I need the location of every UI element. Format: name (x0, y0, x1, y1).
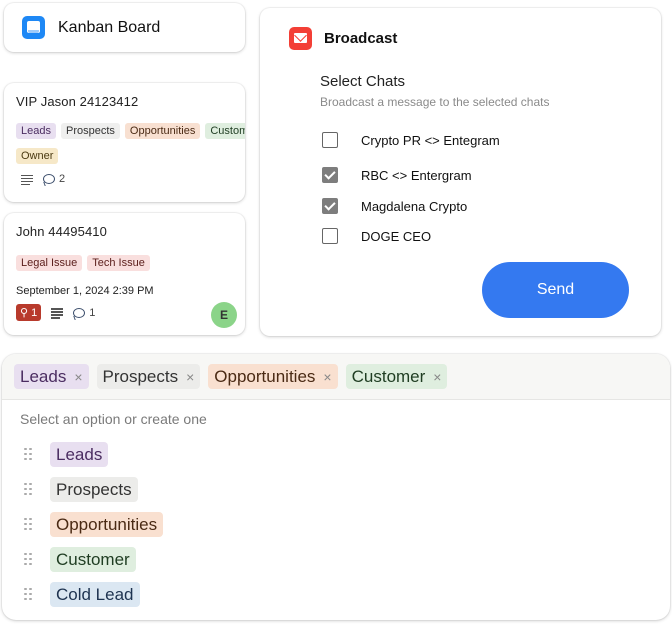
option-chip[interactable]: Opportunities (50, 512, 164, 537)
selected-chip[interactable]: Prospects × (96, 364, 201, 389)
option-item[interactable]: Prospects (2, 472, 670, 507)
chat-item[interactable]: Magdalena Crypto (322, 198, 467, 214)
chat-label: DOGE CEO (361, 228, 432, 244)
option-chip[interactable]: Customer (50, 547, 136, 572)
pin-count: 1 (31, 306, 38, 319)
selected-chip[interactable]: Leads × (14, 364, 89, 389)
task-title: John 44495410 (16, 224, 107, 239)
tag: Leads (16, 123, 56, 139)
tag: Prospects (60, 123, 120, 139)
option-chip[interactable]: Leads (50, 442, 109, 467)
chat-item[interactable]: RBC <> Entergram (322, 167, 472, 183)
task-title: VIP Jason 24123412 (16, 94, 139, 109)
chip-label: Opportunities (214, 366, 316, 386)
comment-count[interactable]: 2 (43, 173, 65, 185)
comment-count-value: 2 (59, 173, 66, 185)
chip-label: Prospects (102, 366, 179, 386)
comment-count[interactable]: 1 (73, 307, 95, 319)
remove-icon[interactable]: × (433, 369, 441, 385)
selected-chip[interactable]: Customer × (345, 364, 448, 389)
task-tags: Legal Issue Tech Issue (16, 255, 245, 271)
drag-handle-icon[interactable] (24, 552, 32, 567)
chip-label: Leads (20, 366, 67, 386)
tag: Customer (205, 123, 245, 139)
comment-icon (73, 307, 86, 318)
tag: Owner (16, 148, 59, 164)
select-chats-label: Select Chats (320, 73, 406, 90)
task-tags: Leads Prospects Opportunities Customer (16, 123, 245, 139)
select-chats-description: Broadcast a message to the selected chat… (320, 95, 550, 109)
comment-count-value: 1 (89, 306, 96, 319)
board-icon (22, 16, 45, 39)
chat-item[interactable]: Crypto PR <> Entegram (322, 132, 500, 148)
multi-select-panel: Leads × Prospects × Opportunities × Custome… (2, 354, 670, 620)
mail-icon (289, 27, 312, 50)
drag-handle-icon[interactable] (24, 482, 32, 497)
tag: Legal Issue (16, 255, 83, 271)
remove-icon[interactable]: × (74, 369, 82, 385)
option-item[interactable]: Cold Lead (2, 577, 670, 612)
drag-handle-icon[interactable] (24, 447, 32, 462)
remove-icon[interactable]: × (323, 369, 331, 385)
tag: Tech Issue (87, 255, 150, 271)
tag: Opportunities (124, 123, 201, 139)
send-button[interactable]: Send (482, 262, 629, 318)
task-date: September 1, 2024 2:39 PM (16, 285, 154, 297)
chat-checkbox[interactable] (322, 228, 338, 244)
option-item[interactable]: Leads (2, 437, 670, 472)
avatar[interactable]: E (211, 302, 237, 328)
chat-checkbox[interactable] (322, 198, 338, 214)
chat-label: Crypto PR <> Entegram (361, 132, 500, 148)
chip-label: Customer (351, 366, 426, 386)
broadcast-title: Broadcast (324, 30, 398, 47)
option-item[interactable]: Customer (2, 542, 670, 577)
chat-label: RBC <> Entergram (361, 167, 472, 183)
remove-icon[interactable]: × (186, 369, 194, 385)
pin-icon: ⚲ (20, 307, 29, 319)
chat-item[interactable]: DOGE CEO (322, 228, 431, 244)
selected-chip[interactable]: Opportunities × (208, 364, 338, 389)
description-icon (21, 174, 33, 185)
pin-badge[interactable]: ⚲ 1 (16, 304, 42, 321)
comment-icon (43, 174, 55, 184)
chat-checkbox[interactable] (322, 132, 338, 148)
drag-handle-icon[interactable] (24, 587, 32, 602)
chat-checkbox[interactable] (322, 167, 338, 183)
kanban-board-header[interactable]: Kanban Board (4, 3, 245, 52)
option-list: Leads Prospects Opportunities Customer C… (2, 437, 670, 612)
description-icon (51, 308, 64, 319)
chat-label: Magdalena Crypto (361, 198, 468, 214)
selected-chips[interactable]: Leads × Prospects × Opportunities × Custome… (2, 354, 670, 400)
broadcast-panel: Broadcast Select Chats Broadcast a messa… (260, 8, 661, 336)
option-chip[interactable]: Cold Lead (50, 582, 140, 607)
kanban-title: Kanban Board (58, 18, 161, 36)
task-card[interactable]: VIP Jason 24123412 Leads Prospects Oppor… (4, 83, 245, 202)
option-item[interactable]: Opportunities (2, 507, 670, 542)
task-card[interactable]: John 44495410 Legal Issue Tech Issue Sep… (4, 213, 245, 335)
drag-handle-icon[interactable] (24, 517, 32, 532)
option-chip[interactable]: Prospects (50, 477, 138, 502)
select-placeholder: Select an option or create one (20, 411, 207, 427)
